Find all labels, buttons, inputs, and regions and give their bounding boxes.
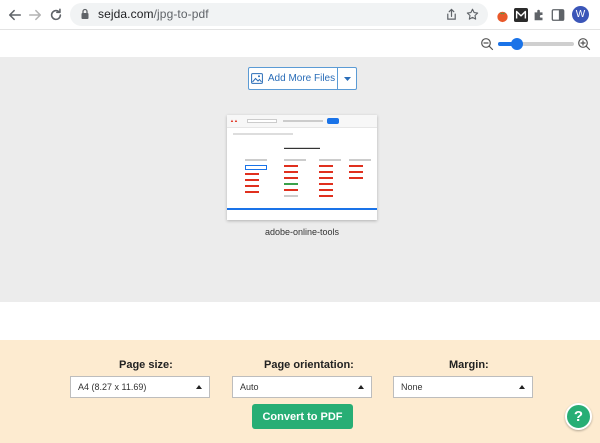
image-icon xyxy=(250,73,263,84)
page-orientation-label: Page orientation: xyxy=(264,359,354,371)
question-mark-icon: ? xyxy=(573,408,584,425)
zoom-out-icon[interactable] xyxy=(480,37,494,51)
thumbnail-logo-mark: ▲▲ xyxy=(230,118,238,123)
page-size-value: A4 (8.27 x 11.69) xyxy=(78,382,147,392)
share-icon[interactable] xyxy=(445,8,458,21)
margin-value: None xyxy=(401,382,423,392)
convert-to-pdf-button[interactable]: Convert to PDF xyxy=(252,404,353,429)
convert-to-pdf-label: Convert to PDF xyxy=(262,410,343,423)
caret-down-icon xyxy=(343,76,351,81)
add-files-dropdown-toggle[interactable] xyxy=(338,67,357,90)
file-name-label: adobe-online-tools xyxy=(264,227,340,237)
address-bar[interactable]: sejda.com/jpg-to-pdf xyxy=(70,3,488,26)
back-button[interactable] xyxy=(4,4,26,26)
arrow-right-icon xyxy=(28,9,42,21)
profile-avatar[interactable]: W xyxy=(572,6,589,23)
zoom-bar xyxy=(0,31,600,57)
caret-up-icon xyxy=(519,385,525,389)
arrow-left-icon xyxy=(8,9,22,21)
puzzle-icon[interactable] xyxy=(531,7,547,23)
add-more-files-label: Add More Files xyxy=(267,73,336,84)
file-canvas: Add More Files ▲▲ ▬▬▬▬▬▬▬▬▬ adobe-online… xyxy=(0,57,600,302)
reload-button[interactable] xyxy=(45,4,67,26)
conversion-options-panel: Page size: A4 (8.27 x 11.69) Page orient… xyxy=(0,340,600,443)
side-panel-icon[interactable] xyxy=(550,7,566,23)
star-icon[interactable] xyxy=(466,8,479,21)
thumbnail-accent-line xyxy=(227,208,377,210)
page-size-select[interactable]: A4 (8.27 x 11.69) xyxy=(70,376,210,398)
help-button[interactable]: ? xyxy=(565,403,592,430)
forward-button[interactable] xyxy=(24,4,46,26)
url-host: sejda.com xyxy=(98,7,154,21)
zoom-slider-thumb[interactable] xyxy=(511,38,523,50)
lock-icon xyxy=(81,8,89,19)
url-path: /jpg-to-pdf xyxy=(153,7,209,21)
avatar-initial: W xyxy=(575,9,586,20)
caret-up-icon xyxy=(196,385,202,389)
m-extension-icon[interactable] xyxy=(513,7,529,23)
page-orientation-select[interactable]: Auto xyxy=(232,376,372,398)
margin-select[interactable]: None xyxy=(393,376,533,398)
url-text: sejda.com/jpg-to-pdf xyxy=(98,7,209,21)
add-more-files-button[interactable]: Add More Files xyxy=(248,67,338,90)
file-thumbnail[interactable]: ▲▲ ▬▬▬▬▬▬▬▬▬ xyxy=(227,115,377,220)
zoom-slider[interactable] xyxy=(498,38,574,50)
zoom-in-icon[interactable] xyxy=(577,37,591,51)
add-files-group: Add More Files xyxy=(248,67,357,90)
browser-toolbar: sejda.com/jpg-to-pdf W xyxy=(0,0,600,30)
margin-label: Margin: xyxy=(449,359,489,371)
page-size-label: Page size: xyxy=(119,359,173,371)
reload-icon xyxy=(50,8,62,21)
caret-up-icon xyxy=(358,385,364,389)
thumbnail-page-image: ▬▬▬▬▬▬▬▬▬ xyxy=(284,145,320,150)
page-orientation-value: Auto xyxy=(240,382,259,392)
tomato-extension-icon[interactable] xyxy=(494,7,510,23)
thumbnail-header-image: ▲▲ xyxy=(227,115,377,128)
